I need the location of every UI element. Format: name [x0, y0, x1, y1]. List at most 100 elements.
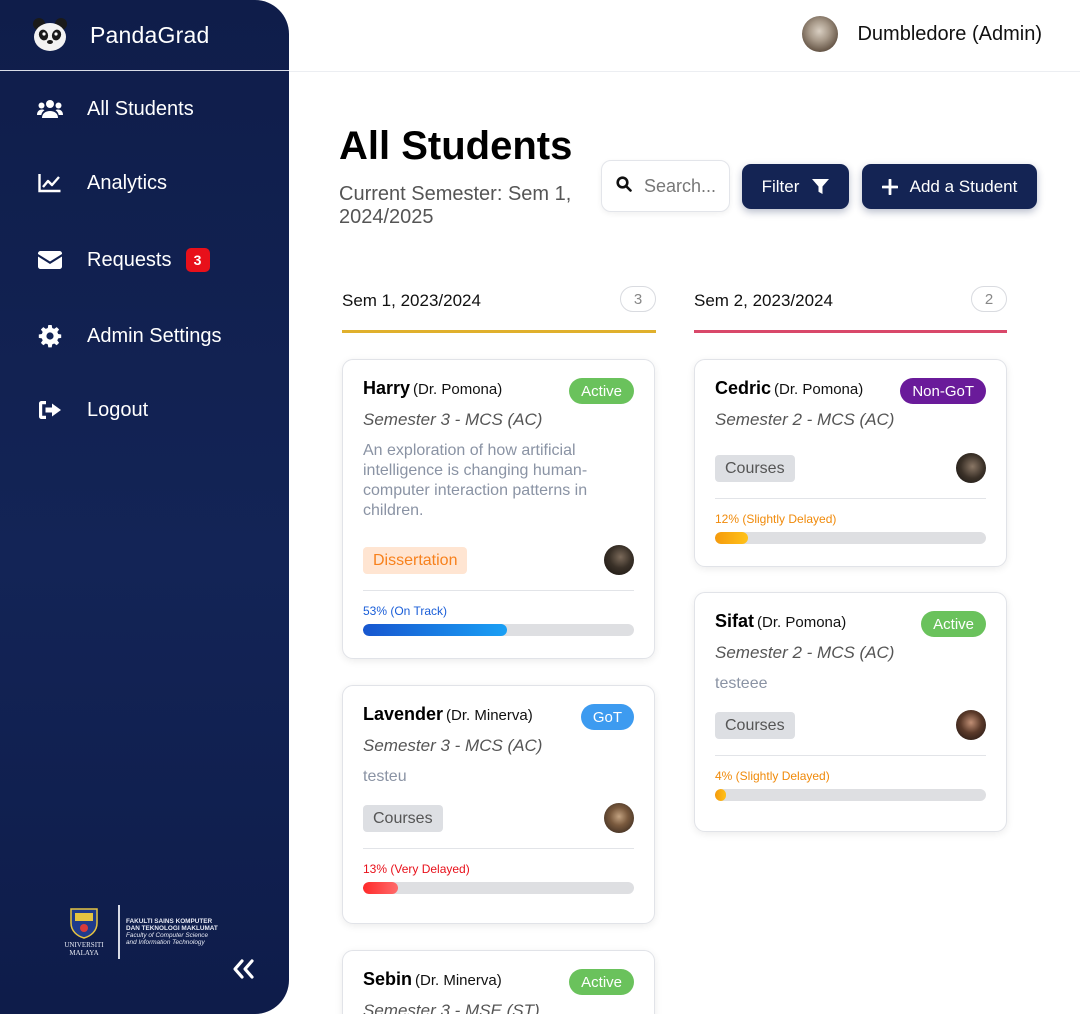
- progress-label: 53% (On Track): [363, 604, 448, 618]
- requests-count-badge: 3: [185, 248, 210, 272]
- search-input[interactable]: [644, 175, 724, 197]
- user-menu[interactable]: Dumbledore (Admin): [802, 16, 1042, 52]
- sidebar-item-requests[interactable]: Requests 3: [0, 240, 289, 280]
- sidebar-item-label: Logout: [87, 398, 149, 421]
- card-header: Lavender (Dr. Minerva) GoT: [363, 704, 634, 734]
- card-header: Cedric (Dr. Pomona) Non-GoT: [715, 378, 986, 408]
- supervisor: (Dr. Minerva): [415, 972, 502, 989]
- avatar: [956, 710, 986, 740]
- app-name: PandaGrad: [90, 21, 210, 48]
- status-badge: Active: [921, 611, 986, 637]
- avatar: [604, 803, 634, 833]
- student-name: Cedric: [715, 378, 772, 398]
- status-badge: Active: [569, 378, 634, 404]
- gear-icon: [37, 323, 63, 349]
- student-card[interactable]: Harry (Dr. Pomona) Active Semester 3 - MC…: [342, 359, 655, 659]
- status-badge: Active: [569, 969, 634, 995]
- program: Semester 2 - MCS (AC): [715, 643, 895, 662]
- status-badge: Non-GoT: [900, 378, 986, 404]
- progress-label: 13% (Very Delayed): [363, 862, 470, 876]
- divider: [363, 590, 634, 591]
- faculty-ms-line-2: DAN TEKNOLOGI MAKLUMAT: [126, 924, 218, 932]
- card-header: Sifat (Dr. Pomona) Active: [715, 611, 986, 641]
- tag-row: Courses: [715, 710, 986, 743]
- progress-fill: [715, 789, 726, 801]
- column-underline: [694, 330, 1007, 333]
- faculty-en-line-1: Faculty of Computer Science: [126, 932, 209, 939]
- progress-fill: [715, 532, 748, 544]
- progress-label: 4% (Slightly Delayed): [715, 769, 830, 783]
- tag-row: Courses: [363, 803, 634, 836]
- filter-button[interactable]: Filter: [742, 164, 849, 209]
- sidebar-item-admin-settings[interactable]: Admin Settings: [0, 316, 289, 356]
- brand[interactable]: PandaGrad: [0, 0, 289, 71]
- filter-icon: [812, 178, 830, 195]
- student-name: Sebin: [363, 969, 413, 989]
- column-title: Sem 1, 2023/2024: [342, 291, 481, 310]
- progress-fill: [363, 624, 507, 636]
- envelope-icon: [37, 247, 63, 273]
- research-description: testeu: [363, 768, 407, 785]
- student-card[interactable]: Cedric (Dr. Pomona) Non-GoT Semester 2 - …: [694, 359, 1007, 567]
- sidebar-item-label: Analytics: [87, 171, 168, 194]
- stage-tag: Courses: [715, 455, 795, 482]
- avatar: [956, 453, 986, 483]
- card-header: Sebin (Dr. Minerva) Active: [363, 969, 634, 999]
- progress-bar: [363, 882, 634, 894]
- supervisor: (Dr. Pomona): [774, 381, 864, 398]
- search-icon: [616, 175, 632, 197]
- faculty-en-line-2: and Information Technology: [126, 939, 205, 947]
- column-title: Sem 2, 2023/2024: [694, 291, 833, 310]
- student-card[interactable]: Sifat (Dr. Pomona) Active Semester 2 - MC…: [694, 592, 1007, 832]
- semester-column-header: Sem 1, 2023/2024 3: [342, 285, 656, 315]
- stage-tag: Courses: [715, 712, 795, 739]
- university-logo: UNIVERSITI MALAYA FAKULTI SAINS KOMPUTER…: [56, 902, 236, 962]
- column-underline: [342, 330, 656, 333]
- add-student-button[interactable]: Add a Student: [862, 164, 1037, 209]
- progress-bar: [715, 532, 986, 544]
- sidebar-item-label: All Students: [87, 97, 194, 120]
- faculty-ms-line-1: FAKULTI SAINS KOMPUTER: [126, 917, 213, 925]
- supervisor: (Dr. Pomona): [757, 614, 847, 631]
- progress-bar: [715, 789, 986, 801]
- program: Semester 3 - MCS (AC): [363, 736, 543, 755]
- stage-tag: Courses: [363, 805, 443, 832]
- divider: [363, 848, 634, 849]
- program: Semester 3 - MCS (AC): [363, 410, 543, 429]
- top-header: Dumbledore (Admin): [289, 0, 1080, 72]
- progress-bar: [363, 624, 634, 636]
- sidebar-item-label: Requests: [87, 248, 172, 271]
- logout-icon: [37, 397, 63, 423]
- supervisor: (Dr. Pomona): [413, 381, 503, 398]
- progress-fill: [363, 882, 399, 894]
- um-crest: UNIVERSITI MALAYA: [56, 907, 112, 957]
- faculty-name: FAKULTI SAINS KOMPUTER DAN TEKNOLOGI MAK…: [126, 918, 218, 947]
- card-header: Harry (Dr. Pomona) Active: [363, 378, 634, 408]
- filter-button-label: Filter: [761, 176, 800, 196]
- research-description: testeee: [715, 675, 768, 692]
- sidebar: PandaGrad All Students Analytics Request…: [0, 0, 289, 1014]
- program: Semester 2 - MCS (AC): [715, 410, 895, 429]
- university-name: UNIVERSITI MALAYA: [64, 941, 104, 957]
- user-name: Dumbledore (Admin): [857, 22, 1042, 45]
- users-icon: [37, 96, 63, 122]
- tag-row: Courses: [715, 453, 986, 486]
- student-card[interactable]: Sebin (Dr. Minerva) Active Semester 3 - M…: [342, 950, 655, 1014]
- page-title: All Students: [339, 124, 573, 168]
- sidebar-item-all-students[interactable]: All Students: [0, 89, 289, 129]
- avatar: [604, 545, 634, 575]
- crest-icon: [70, 908, 98, 939]
- sidebar-item-logout[interactable]: Logout: [0, 390, 289, 430]
- search-box[interactable]: [601, 160, 730, 212]
- student-card[interactable]: Lavender (Dr. Minerva) GoT Semester 3 - M…: [342, 685, 655, 924]
- semester-column-header: Sem 2, 2023/2024 2: [694, 285, 1007, 315]
- add-student-label: Add a Student: [909, 176, 1018, 196]
- chart-line-icon: [37, 170, 63, 196]
- tag-row: Dissertation: [363, 545, 634, 578]
- panda-logo-icon: [32, 17, 68, 53]
- collapse-sidebar-icon[interactable]: [232, 958, 256, 980]
- sidebar-item-analytics[interactable]: Analytics: [0, 163, 289, 203]
- research-description: An exploration of how artificial intelli…: [363, 442, 588, 519]
- logo-divider: [118, 905, 120, 959]
- program: Semester 3 - MSE (ST): [363, 1001, 540, 1014]
